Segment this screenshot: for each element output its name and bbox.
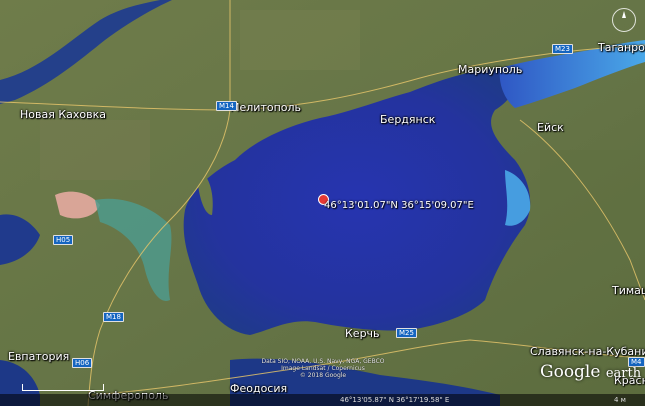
status-elevation: 4 м [614,396,626,404]
placemark-coordinates: 46°13'01.07"N 36°15'09.07"E [324,200,474,211]
road-shield-m25: M25 [396,328,417,338]
city-label-yeysk: Ейск [537,121,564,134]
map-view[interactable]: Новая Каховка Мелитополь Мариуполь Таган… [0,0,645,406]
compass-icon[interactable] [612,8,636,32]
status-bar [0,394,645,406]
brand-name: Google [540,362,601,382]
scale-bar [22,384,104,391]
city-label-taganrog: Таганрог [598,41,645,54]
status-coordinates: 46°13'05.87" N 36°17'19.58" E [340,396,450,404]
city-label-kerch: Керчь [345,327,380,340]
road-shield-h06: H06 [72,358,93,368]
city-label-mariupol: Мариуполь [458,63,523,76]
city-label-timashevsk: Тимаш [612,284,645,297]
road-shield-m14: M14 [216,101,237,111]
city-label-melitopol: Мелитополь [230,101,302,114]
city-label-evpatoria: Евпатория [8,350,70,363]
city-label-nova-kakhovka: Новая Каховка [20,108,106,121]
road-shield-m18: M18 [103,312,124,322]
google-earth-logo: Google earth [540,362,641,382]
brand-suffix: earth [605,366,642,381]
road-shield-m23: M23 [552,44,573,54]
imagery-copyright: Data SIO, NOAA, U.S. Navy, NGA, GEBCO Im… [261,358,385,379]
city-label-berdyansk: Бердянск [380,113,436,126]
road-shield-h05: H05 [53,235,74,245]
